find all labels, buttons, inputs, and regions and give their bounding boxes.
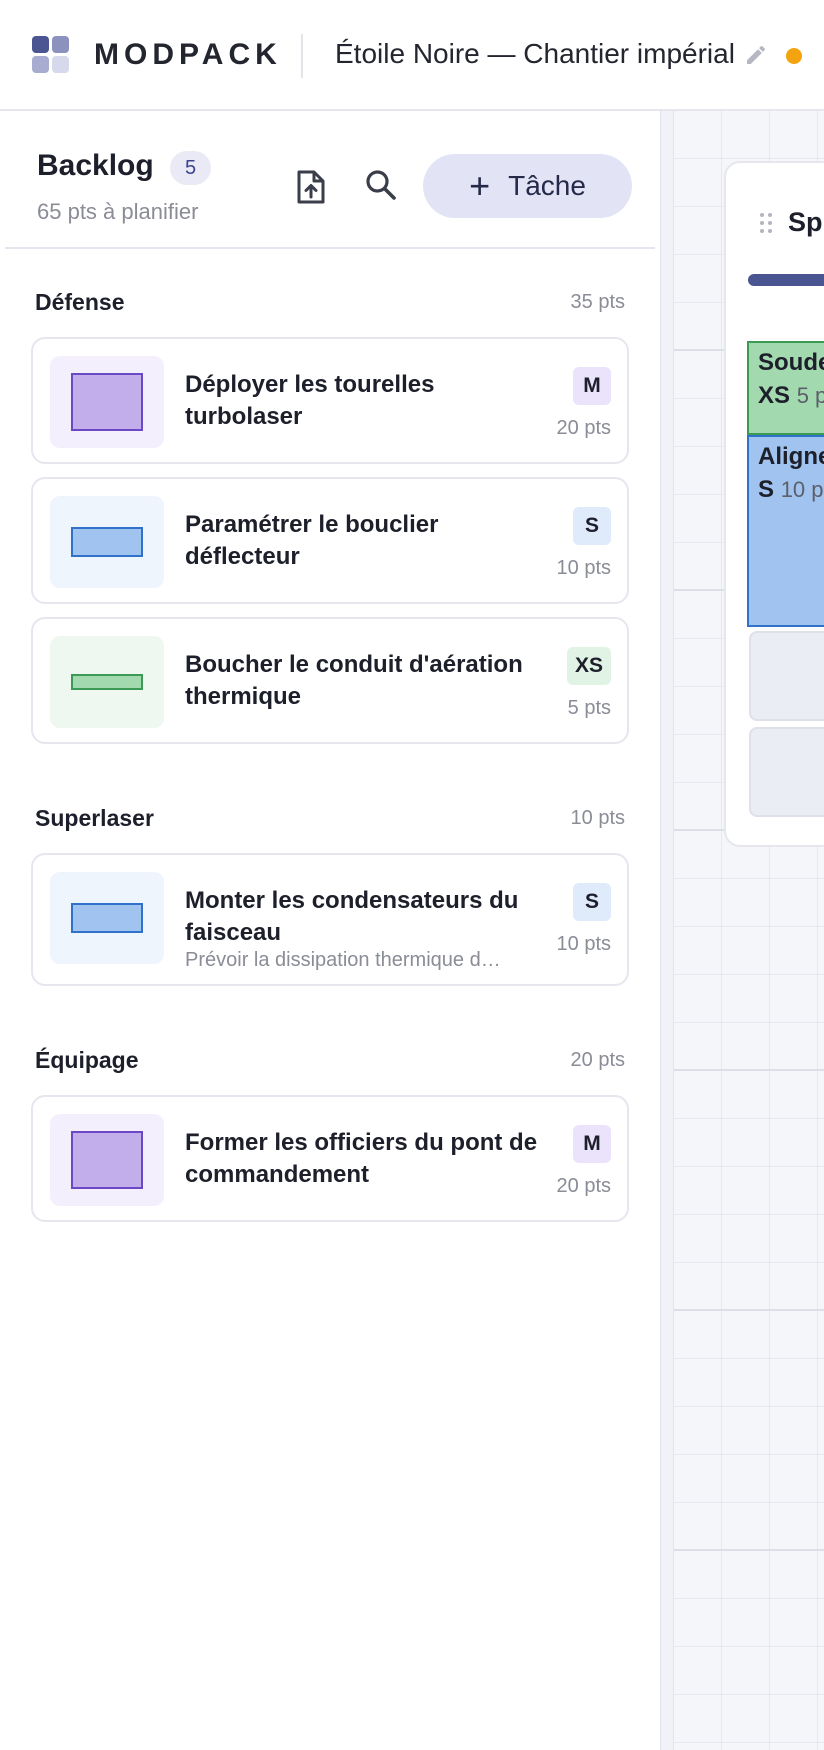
task-size-s-icon (50, 872, 164, 964)
task-title: Former les officiers du pont de commande… (185, 1129, 538, 1188)
pencil-icon[interactable] (744, 43, 768, 67)
task-size-m-icon (50, 356, 164, 448)
size-badge: S (573, 507, 611, 545)
sprint-task-meta: S 10 p (758, 473, 824, 507)
sprint-card[interactable]: Sp Soude XS 5 p Aligne S 10 p (724, 161, 824, 847)
backlog-task-card[interactable]: Monter les condensateurs du faisceau Pré… (31, 853, 629, 986)
group-header-defense[interactable]: Défense 35 pts (35, 289, 625, 319)
task-title: Boucher le conduit d'aération thermique (185, 651, 523, 710)
sprint-task-title: Soude (758, 349, 824, 376)
backlog-divider (5, 247, 655, 249)
task-title: Monter les condensateurs du faisceau (185, 887, 519, 946)
backlog-panel: Backlog 5 65 pts à planifier + Tâche Déf… (0, 111, 660, 1750)
project-title: Étoile Noire — Chantier impérial (335, 38, 735, 69)
size-badge: M (573, 1125, 611, 1163)
task-points: 10 pts (556, 557, 611, 579)
task-size-xs-icon (50, 636, 164, 728)
group-points: 35 pts (570, 291, 625, 313)
backlog-task-card[interactable]: Déployer les tourelles turbolaser M 20 p… (31, 337, 629, 464)
group-name: Superlaser (35, 805, 154, 831)
sprint-task-card[interactable]: Soude XS 5 p (747, 341, 824, 435)
status-dot (786, 48, 802, 64)
plus-icon: + (469, 165, 491, 206)
sprint-task-meta: XS 5 p (758, 379, 824, 413)
sprint-progress-bar (748, 274, 824, 286)
group-points: 10 pts (570, 807, 625, 829)
backlog-task-card[interactable]: Boucher le conduit d'aération thermique … (31, 617, 629, 744)
size-badge: XS (566, 647, 611, 685)
size-badge: M (573, 367, 611, 405)
logo-icon (32, 36, 70, 74)
sprint-task-size: S (758, 476, 775, 503)
task-size-s-icon (50, 496, 164, 588)
sprint-task-card[interactable]: Aligne S 10 p (747, 435, 824, 627)
backlog-task-card[interactable]: Former les officiers du pont de commande… (31, 1095, 629, 1222)
empty-sprint-slot[interactable] (749, 631, 824, 721)
header-divider (301, 34, 303, 78)
brand-name: MODPACK (94, 38, 282, 71)
task-size-m-icon (50, 1114, 164, 1206)
backlog-count-badge: 5 (170, 151, 211, 185)
top-bar: MODPACK Étoile Noire — Chantier impérial (0, 0, 824, 111)
group-name: Équipage (35, 1047, 139, 1073)
size-badge: S (573, 883, 611, 921)
group-name: Défense (35, 289, 125, 315)
task-title: Paramétrer le bouclier déflecteur (185, 511, 439, 570)
backlog-task-card[interactable]: Paramétrer le bouclier déflecteur S 10 p… (31, 477, 629, 604)
group-header-superlaser[interactable]: Superlaser 10 pts (35, 805, 625, 835)
drag-handle-icon[interactable] (760, 213, 774, 235)
sprint-name: Sp (788, 207, 823, 237)
sprint-task-points: 5 p (796, 383, 824, 408)
task-points: 20 pts (556, 1175, 611, 1197)
file-upload-icon[interactable] (295, 169, 327, 205)
sprint-task-points: 10 p (780, 477, 824, 502)
add-task-button[interactable]: + Tâche (423, 154, 632, 218)
task-title: Déployer les tourelles turbolaser (185, 371, 435, 430)
search-icon[interactable] (364, 168, 398, 202)
backlog-subtitle: 65 pts à planifier (37, 199, 199, 224)
sprint-task-title: Aligne (758, 443, 824, 470)
task-points: 10 pts (556, 933, 611, 955)
sprint-task-size: XS (758, 382, 791, 409)
backlog-title: Backlog (37, 149, 154, 182)
group-header-equipage[interactable]: Équipage 20 pts (35, 1047, 625, 1077)
group-points: 20 pts (570, 1049, 625, 1071)
task-points: 20 pts (556, 417, 611, 439)
task-points: 5 pts (567, 697, 611, 719)
panel-resize-handle[interactable] (660, 111, 674, 1750)
empty-sprint-slot[interactable] (749, 727, 824, 817)
add-task-label: Tâche (508, 170, 586, 201)
task-description: Prévoir la dissipation thermique d… (185, 949, 501, 971)
